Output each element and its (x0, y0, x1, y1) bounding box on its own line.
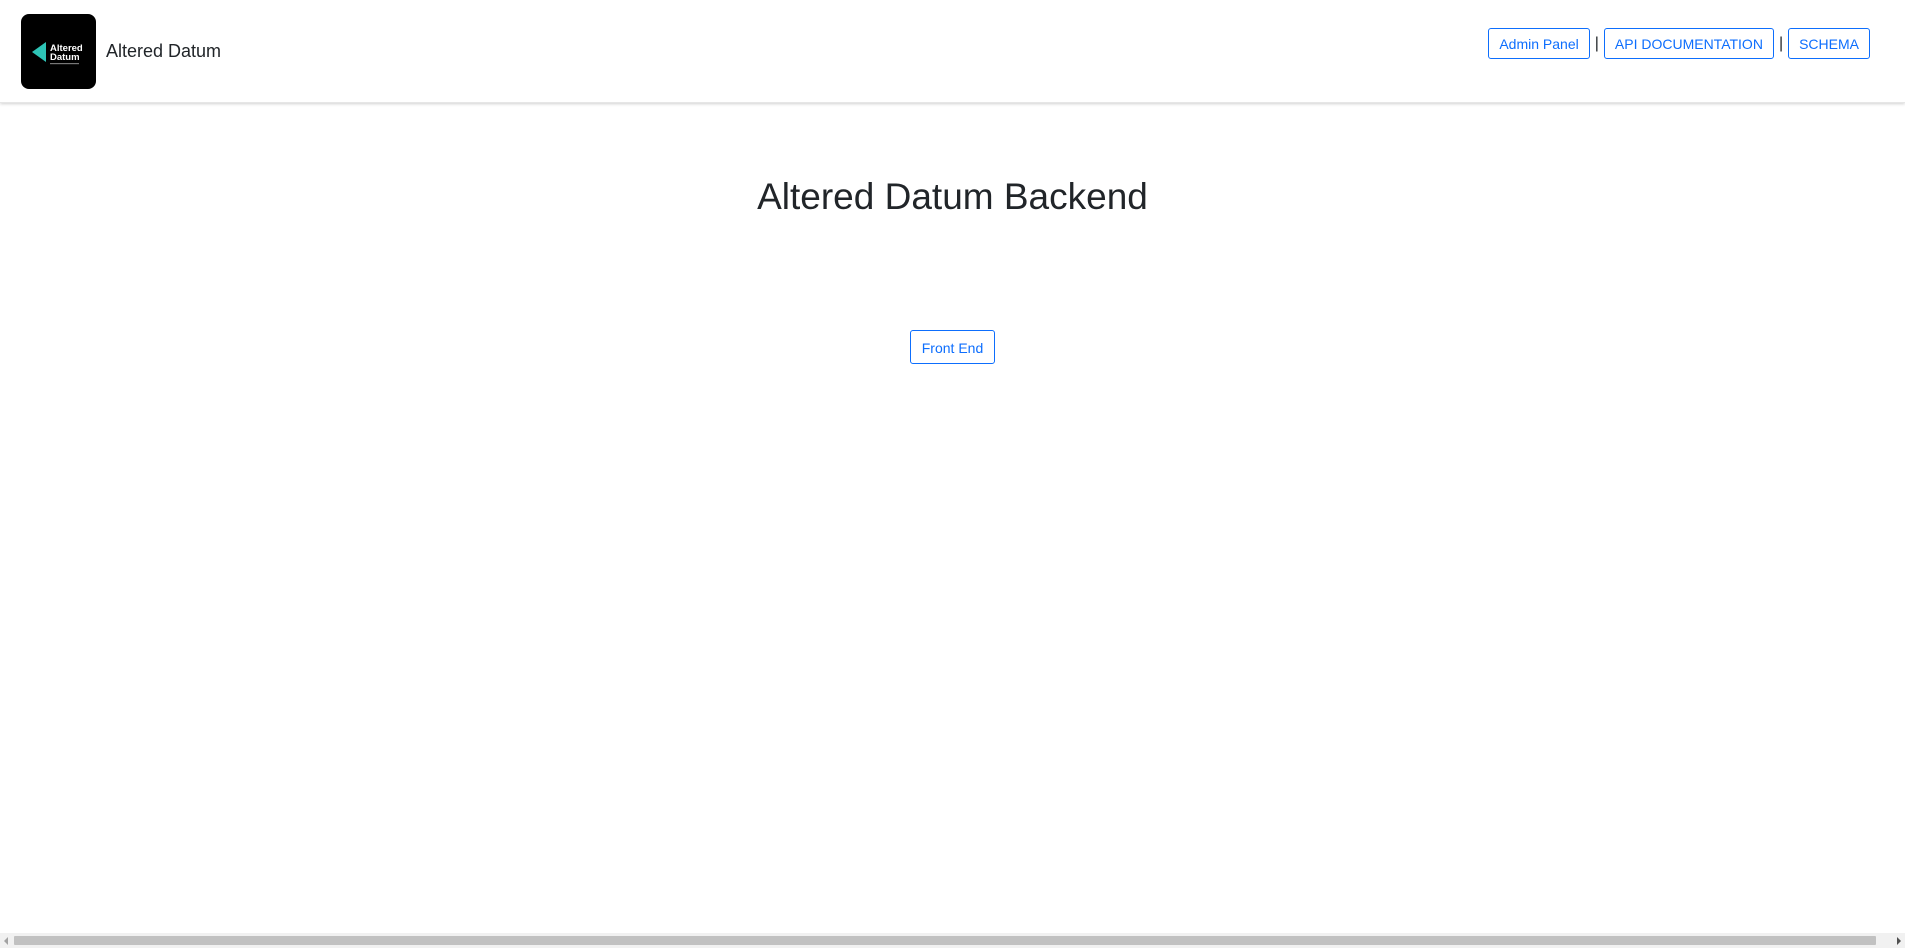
nav-separator: | (1594, 34, 1599, 52)
front-end-button[interactable]: Front End (909, 330, 996, 364)
brand-link[interactable]: Altered Datum Altered Datum (21, 14, 221, 89)
scroll-right-arrow-icon[interactable] (1897, 937, 1901, 945)
scroll-left-arrow-icon[interactable] (4, 937, 8, 945)
api-documentation-button[interactable]: API DOCUMENTATION (1603, 28, 1774, 59)
schema-button[interactable]: SCHEMA (1788, 28, 1870, 59)
nav-separator: | (1778, 34, 1784, 52)
admin-panel-button[interactable]: Admin Panel (1488, 28, 1590, 59)
navbar: Altered Datum Altered Datum Admin Panel … (0, 0, 1905, 103)
brand-name: Altered Datum (106, 41, 222, 61)
scrollbar-thumb[interactable] (14, 936, 1876, 945)
page: Altered Datum Altered Datum Admin Panel … (0, 0, 1905, 948)
nav-links: Admin Panel | API DOCUMENTATION | SCHEMA (1488, 28, 1870, 59)
logo-text-line2: Datum (50, 52, 80, 63)
front-end-container: Front End (0, 330, 1905, 364)
logo: Altered Datum (21, 14, 96, 89)
horizontal-scrollbar[interactable] (0, 933, 1905, 948)
logo-graphic: Altered Datum (32, 42, 83, 65)
page-title: Altered Datum Backend (757, 176, 1148, 217)
